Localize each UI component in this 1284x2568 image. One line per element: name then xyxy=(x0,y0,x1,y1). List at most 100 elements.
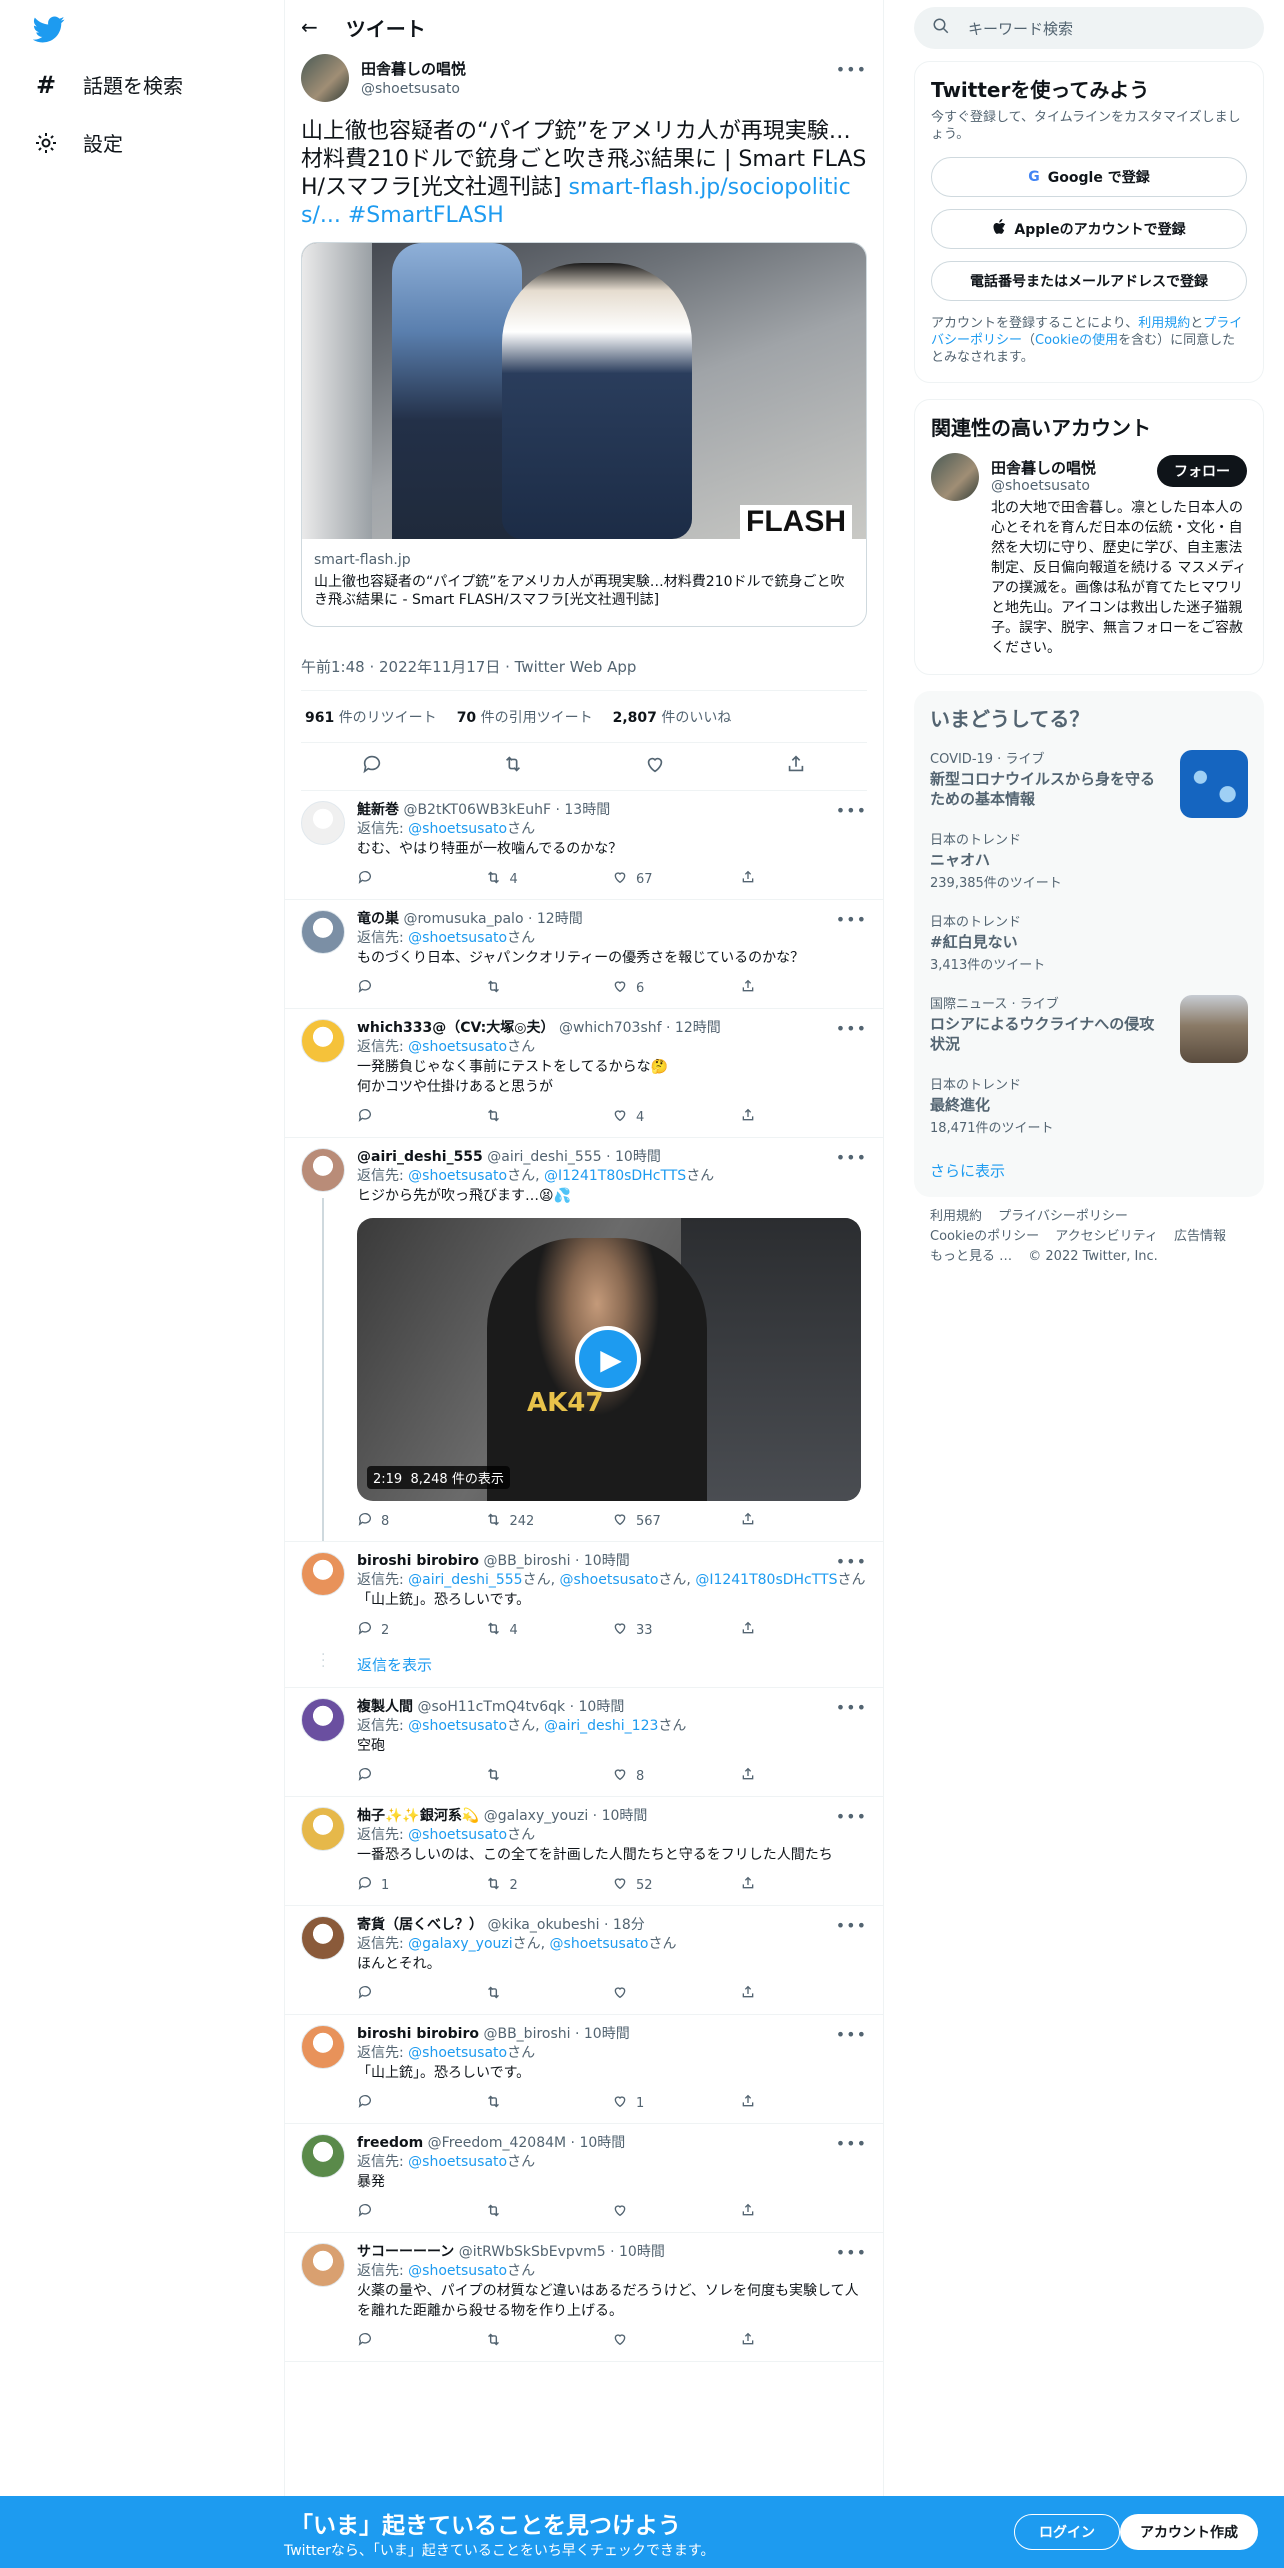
reply-time[interactable]: 12時間 xyxy=(537,911,583,927)
share-button[interactable] xyxy=(740,1107,868,1127)
reply-button[interactable] xyxy=(357,2331,485,2351)
retweet-button[interactable]: 2 xyxy=(485,1875,613,1896)
avatar[interactable] xyxy=(301,1807,345,1851)
reply-time[interactable]: 10時間 xyxy=(615,1149,661,1165)
reply-icon[interactable] xyxy=(361,753,383,780)
like-button[interactable] xyxy=(612,2202,740,2222)
reply-to-link[interactable]: @I1241T80sDHcTTS xyxy=(695,1572,837,1588)
back-arrow-icon[interactable]: ← xyxy=(301,15,318,39)
reply-button[interactable] xyxy=(357,1984,485,2004)
like-button[interactable] xyxy=(612,1984,740,2004)
retweet-button[interactable] xyxy=(485,2202,613,2223)
retweet-count[interactable]: 961 件のリツイート xyxy=(305,707,437,727)
avatar[interactable] xyxy=(301,1916,345,1960)
share-button[interactable] xyxy=(740,1875,868,1895)
like-button[interactable]: 567 xyxy=(612,1511,740,1531)
retweet-button[interactable] xyxy=(485,1766,613,1787)
reply-author-handle[interactable]: @B2tKT06WB3kEuhF xyxy=(403,802,551,818)
avatar[interactable] xyxy=(301,2134,345,2178)
reply-author-handle[interactable]: @BB_biroshi xyxy=(483,1553,570,1569)
like-button[interactable]: 52 xyxy=(612,1875,740,1895)
phone-email-signup-button[interactable]: 電話番号またはメールアドレスで登録 xyxy=(931,261,1247,301)
create-account-button[interactable]: アカウント作成 xyxy=(1120,2514,1258,2550)
reply-time[interactable]: 10時間 xyxy=(584,1553,630,1569)
more-icon[interactable]: ••• xyxy=(836,60,867,79)
reply-to-link[interactable]: @shoetsusato xyxy=(408,2045,507,2061)
footer-privacy[interactable]: プライバシーポリシー xyxy=(998,1209,1128,1224)
like-count[interactable]: 2,807 件のいいね xyxy=(613,707,732,727)
reply-tweet[interactable]: which333@（CV:大塚◎夫） @which703shf · 12時間 •… xyxy=(285,1009,883,1138)
reply-to-link[interactable]: @shoetsusato xyxy=(408,1718,507,1734)
reply-to-link[interactable]: @shoetsusato xyxy=(408,1039,507,1055)
reply-button[interactable]: 2 xyxy=(357,1620,485,1640)
reply-to-link[interactable]: @shoetsusato xyxy=(559,1572,658,1588)
reply-tweet[interactable]: 寄貨（居くべし？） @kika_okubeshi · 18分 ••• 返信先: … xyxy=(285,1906,883,2015)
reply-author-handle[interactable]: @romusuka_palo xyxy=(403,911,523,927)
trend-item[interactable]: COVID-19 · ライブ 新型コロナウイルスから身を守るための基本情報 xyxy=(914,738,1264,819)
avatar[interactable] xyxy=(301,2243,345,2287)
reply-to-link[interactable]: @shoetsusato xyxy=(408,1827,507,1843)
more-icon[interactable]: ••• xyxy=(836,1916,867,1935)
reply-time[interactable]: 10時間 xyxy=(602,1808,648,1824)
footer-more[interactable]: もっと見る … xyxy=(930,1249,1012,1264)
like-button[interactable]: 1 xyxy=(612,2093,740,2113)
tweet-timestamp[interactable]: 午前1:48 · 2022年11月17日 · Twitter Web App xyxy=(301,643,867,691)
share-button[interactable] xyxy=(740,1620,868,1640)
reply-time[interactable]: 10時間 xyxy=(579,2135,625,2151)
author-handle[interactable]: @shoetsusato xyxy=(361,81,466,97)
more-icon[interactable]: ••• xyxy=(836,2025,867,2044)
share-button[interactable] xyxy=(740,1511,868,1531)
more-icon[interactable]: ••• xyxy=(836,2243,867,2262)
reply-button[interactable] xyxy=(357,978,485,998)
avatar[interactable] xyxy=(931,453,979,501)
like-button[interactable]: 4 xyxy=(612,1107,740,1127)
more-icon[interactable]: ••• xyxy=(836,1148,867,1167)
reply-button[interactable] xyxy=(357,1766,485,1786)
trends-show-more[interactable]: さらに表示 xyxy=(914,1146,1264,1197)
reply-button[interactable]: 8 xyxy=(357,1511,485,1531)
reply-author-handle[interactable]: @galaxy_youzi xyxy=(484,1808,588,1824)
reply-tweet[interactable]: 鮭新巻 @B2tKT06WB3kEuhF · 13時間 ••• 返信先: @sh… xyxy=(285,791,883,900)
share-button[interactable] xyxy=(740,2093,868,2113)
reply-author-name[interactable]: 竜の巣 xyxy=(357,911,399,927)
reply-time[interactable]: 13時間 xyxy=(564,802,610,818)
reply-author-handle[interactable]: @itRWbSkSbEvpvm5 xyxy=(459,2244,606,2260)
more-icon[interactable]: ••• xyxy=(836,1552,867,1571)
trend-item[interactable]: 日本のトレンド ニャオハ 239,385件のツイート xyxy=(914,819,1264,901)
footer-ads[interactable]: 広告情報 xyxy=(1174,1229,1226,1244)
nav-settings[interactable]: 設定 xyxy=(33,128,123,157)
reply-time[interactable]: 10時間 xyxy=(584,2026,630,2042)
reply-to-link[interactable]: @galaxy_youzi xyxy=(408,1936,512,1952)
reply-button[interactable] xyxy=(357,2093,485,2113)
like-icon[interactable] xyxy=(644,753,666,780)
reply-to-link[interactable]: @I1241T80sDHcTTS xyxy=(544,1168,686,1184)
reply-to-link[interactable]: @shoetsusato xyxy=(408,2263,507,2279)
share-button[interactable] xyxy=(740,869,868,889)
reply-time[interactable]: 10時間 xyxy=(579,1699,625,1715)
follow-button[interactable]: フォロー xyxy=(1157,455,1247,487)
cookie-link[interactable]: Cookieの使用 xyxy=(1035,333,1118,348)
reply-tweet[interactable]: サコーーーーン @itRWbSkSbEvpvm5 · 10時間 ••• 返信先:… xyxy=(285,2233,883,2362)
more-icon[interactable]: ••• xyxy=(836,2134,867,2153)
reply-button[interactable] xyxy=(357,869,485,889)
reply-author-name[interactable]: freedom xyxy=(357,2135,423,2151)
reply-button[interactable] xyxy=(357,2202,485,2222)
avatar[interactable] xyxy=(301,1552,345,1596)
reply-time[interactable]: 18分 xyxy=(613,1917,645,1933)
nav-explore[interactable]: # 話題を検索 xyxy=(33,70,183,99)
reply-author-name[interactable]: 鮭新巻 xyxy=(357,802,399,818)
quote-count[interactable]: 70 件の引用ツイート xyxy=(457,707,593,727)
tweet-hashtag[interactable]: #SmartFLASH xyxy=(348,203,504,228)
reply-tweet[interactable]: 複製人間 @soH11cTmQ4tv6qk · 10時間 ••• 返信先: @s… xyxy=(285,1688,883,1797)
reply-author-handle[interactable]: @airi_deshi_555 xyxy=(487,1149,601,1165)
reply-author-name[interactable]: @airi_deshi_555 xyxy=(357,1149,483,1165)
reply-author-name[interactable]: 柚子✨✨銀河系💫 xyxy=(357,1808,479,1824)
link-card[interactable]: FLASH smart-flash.jp 山上徹也容疑者の“パイプ銃”をアメリカ… xyxy=(301,242,867,627)
like-button[interactable]: 8 xyxy=(612,1766,740,1786)
reply-tweet[interactable]: @airi_deshi_555 @airi_deshi_555 · 10時間 •… xyxy=(285,1138,883,1542)
reply-author-handle[interactable]: @soH11cTmQ4tv6qk xyxy=(417,1699,565,1715)
related-account[interactable]: 田舎暮しの唱悦 @shoetsusato 北の大地で田舎暮し。凛とした日本人の心… xyxy=(915,447,1263,674)
reply-author-handle[interactable]: @BB_biroshi xyxy=(483,2026,570,2042)
reply-to-link[interactable]: @shoetsusato xyxy=(408,930,507,946)
google-signup-button[interactable]: G Google で登録 xyxy=(931,157,1247,197)
